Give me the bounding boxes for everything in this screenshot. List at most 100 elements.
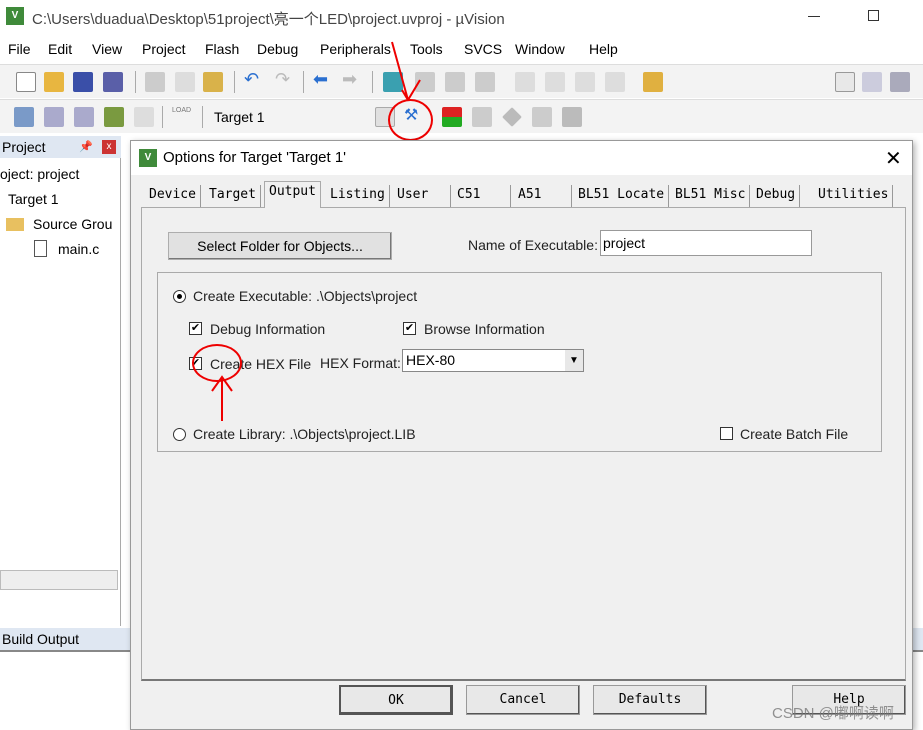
dropdown-icon[interactable] [835,72,855,92]
copy-icon[interactable] [175,72,195,92]
debug-info-checkbox[interactable]: ✔ [189,322,202,335]
tree-target[interactable]: Target 1 [8,191,59,207]
defaults-button[interactable]: Defaults [593,685,707,715]
redo-icon[interactable]: ↷ [275,69,295,89]
tab-debug[interactable]: Debug [752,185,801,207]
menu-svcs[interactable]: SVCS [464,41,502,57]
tree-main-c[interactable]: main.c [58,241,99,257]
output-tab-panel: Select Folder for Objects... Name of Exe… [141,207,906,681]
toolbar-file: ↶ ↷ ⬅ ➡ [0,64,923,98]
cancel-button[interactable]: Cancel [466,685,580,715]
create-executable-radio[interactable] [173,290,186,303]
tab-device[interactable]: Device [145,185,201,207]
tab-target[interactable]: Target [205,185,261,207]
tab-user[interactable]: User [393,185,451,207]
window-title: C:\Users\duadua\Desktop\51project\亮一个LED… [32,11,505,28]
tab-a51[interactable]: A51 [514,185,572,207]
paste-icon[interactable] [203,72,223,92]
open-folder-icon[interactable] [44,72,64,92]
menu-debug[interactable]: Debug [257,41,298,57]
create-library-radio[interactable] [173,428,186,441]
create-batch-label: Create Batch File [740,426,849,442]
menu-bar: File Edit View Project Flash Debug Perip… [0,38,923,62]
search-icon[interactable] [862,72,882,92]
tab-bl51-misc[interactable]: BL51 Misc [671,185,751,207]
tab-c51[interactable]: C51 [453,185,511,207]
forward-icon[interactable]: ➡ [342,69,362,89]
pin-icon[interactable]: 📌 [79,140,93,153]
watermark: CSDN @嘟啊读啊 [772,705,894,722]
build-output-title: Build Output [2,631,80,647]
tools-icon[interactable] [890,72,910,92]
dialog-title: Options for Target 'Target 1' [163,149,347,166]
dialog-title-bar: V Options for Target 'Target 1' ✕ [131,141,912,175]
tab-utilities[interactable]: Utilities [814,185,894,207]
undo-icon[interactable]: ↶ [244,69,264,89]
build-icon[interactable] [44,107,64,127]
save-all-icon[interactable] [103,72,123,92]
title-bar: V C:\Users\duadua\Desktop\51project\亮一个L… [0,0,923,34]
browse-info-label: Browse Information [424,321,545,337]
create-batch-checkbox[interactable] [720,427,733,440]
name-of-executable-label: Name of Executable: [468,237,598,253]
annotation-arrow [391,41,421,101]
create-executable-label: Create Executable: .\Objects\project [193,288,418,304]
app-logo-icon: V [6,7,24,25]
funnel-icon[interactable] [532,107,552,127]
minimize-button[interactable] [808,16,820,17]
tab-output[interactable]: Output [264,181,321,208]
batch-build-icon[interactable] [104,107,124,127]
chevron-down-icon[interactable]: ▼ [565,350,583,371]
close-panel-icon[interactable]: x [102,140,116,154]
ok-button[interactable]: OK [339,685,453,715]
indent-icon[interactable] [515,72,535,92]
browse-info-checkbox[interactable]: ✔ [403,322,416,335]
annotation-arrow-hex [211,375,233,421]
menu-file[interactable]: File [8,41,31,57]
tree-source-group[interactable]: Source Grou [33,216,112,232]
project-panel: Project 📌 x oject: project Target 1 Sour… [0,136,121,626]
target-select[interactable]: Target 1 [214,109,265,125]
menu-flash[interactable]: Flash [205,41,239,57]
back-icon[interactable]: ⬅ [313,69,333,89]
options-dialog: V Options for Target 'Target 1' ✕ Device… [130,140,913,730]
next-bookmark-icon[interactable] [445,72,465,92]
save-icon[interactable] [73,72,93,92]
menu-view[interactable]: View [92,41,122,57]
uncomment-icon[interactable] [605,72,625,92]
menu-window[interactable]: Window [515,41,565,57]
cut-icon[interactable] [145,72,165,92]
manage-packs-icon[interactable] [502,107,522,127]
name-of-executable-input[interactable] [600,230,812,256]
select-folder-button[interactable]: Select Folder for Objects... [168,232,392,260]
unindent-icon[interactable] [545,72,565,92]
rte-icon[interactable] [562,107,582,127]
tree-project[interactable]: oject: project [0,166,79,182]
rebuild-icon[interactable] [74,107,94,127]
comment-icon[interactable] [575,72,595,92]
dialog-logo-icon: V [139,149,157,167]
tab-listing[interactable]: Listing [326,185,390,207]
menu-project[interactable]: Project [142,41,186,57]
translate-icon[interactable] [14,107,34,127]
tab-bl51-locate[interactable]: BL51 Locate [574,185,670,207]
file-icon [34,240,47,257]
debug-info-label: Debug Information [210,321,326,337]
maximize-button[interactable] [868,10,879,21]
hex-format-value: HEX-80 [406,352,456,368]
new-file-icon[interactable] [16,72,36,92]
manage-components-icon[interactable] [442,107,462,127]
hex-format-select[interactable]: HEX-80 ▼ [402,349,584,372]
create-library-label: Create Library: .\Objects\project.LIB [193,426,416,442]
select-packs-icon[interactable] [472,107,492,127]
close-icon[interactable]: ✕ [885,146,902,171]
toolbar-build: LOAD Target 1 ⚒ [0,99,923,133]
stop-build-icon[interactable] [134,107,154,127]
load-icon[interactable]: LOAD [172,107,192,127]
folder-icon [6,218,24,231]
menu-help[interactable]: Help [589,41,618,57]
find-in-files-icon[interactable] [643,72,663,92]
menu-edit[interactable]: Edit [48,41,72,57]
clear-bookmarks-icon[interactable] [475,72,495,92]
horizontal-scrollbar[interactable] [0,570,118,590]
